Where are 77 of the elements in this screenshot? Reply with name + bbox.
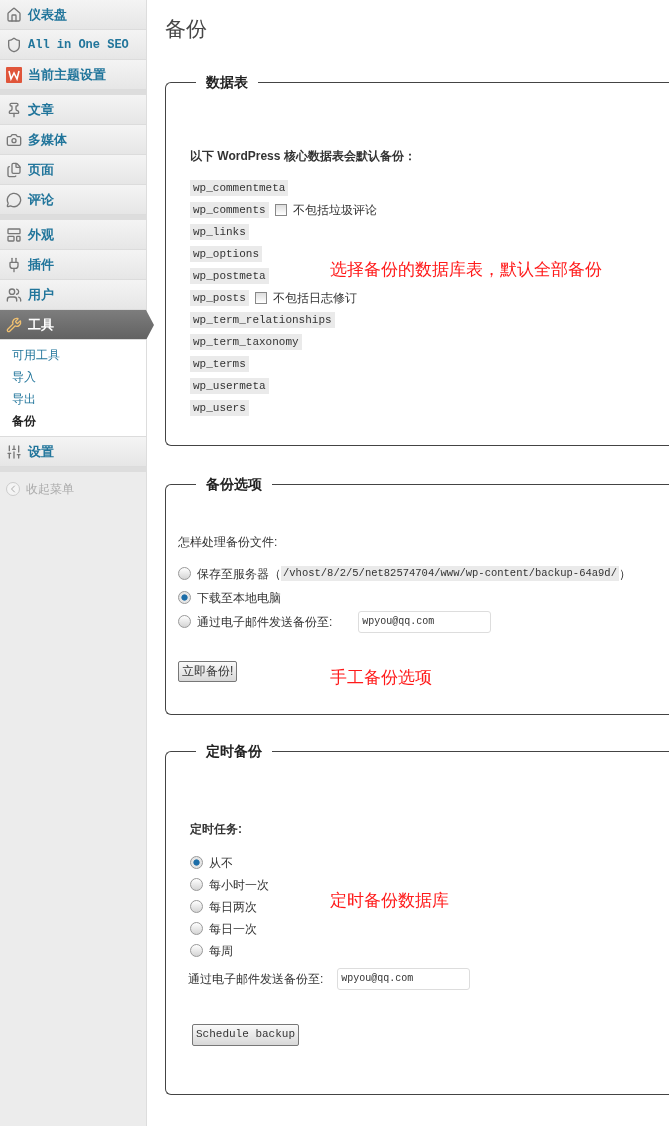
radio-label: 下载至本地电脑 — [197, 589, 281, 607]
table-name: wp_usermeta — [190, 377, 269, 394]
question-text: 怎样处理备份文件: — [178, 533, 279, 551]
submenu-item[interactable]: 导入 — [12, 368, 146, 386]
table-name: wp_commentmeta — [190, 179, 289, 196]
radio-button[interactable] — [190, 944, 203, 957]
radio-label: 每日一次 — [209, 920, 257, 938]
layout-icon — [6, 226, 22, 243]
page-title: 备份 — [165, 16, 208, 43]
email-field[interactable]: wpyou@qq.com — [358, 610, 492, 633]
radio-button[interactable] — [190, 922, 203, 935]
radio-button[interactable] — [190, 900, 203, 913]
table-name: wp_term_relationships — [190, 311, 335, 328]
bracket-text: ） — [618, 565, 631, 583]
sliders-icon — [6, 443, 22, 460]
radio-button[interactable] — [178, 591, 191, 604]
house-icon — [6, 6, 22, 23]
radio-button[interactable] — [190, 856, 203, 869]
annotation-text: 手工备份选项 — [330, 666, 432, 689]
letter-tile-icon — [6, 66, 22, 83]
radio-label: 每小时一次 — [209, 876, 269, 894]
table-name: wp_posts — [190, 289, 249, 306]
email-field[interactable]: wpyou@qq.com — [337, 967, 471, 990]
checkbox-label: 不包括垃圾评论 — [292, 201, 377, 219]
table-name: wp_users — [190, 399, 249, 416]
menu-item[interactable]: 文章 — [0, 95, 146, 125]
menu-item[interactable]: 页面 — [0, 155, 146, 185]
backup-now-button[interactable]: 立即备份! — [178, 660, 238, 682]
menu-item[interactable]: 设置 — [0, 437, 146, 467]
table-name: wp_term_taxonomy — [190, 333, 302, 350]
shield-icon — [6, 36, 22, 53]
radio-label: 每周 — [209, 942, 233, 960]
checkbox[interactable] — [254, 291, 267, 304]
table-name: wp_options — [190, 245, 262, 262]
menu-item[interactable]: 多媒体 — [0, 125, 146, 155]
menu-item[interactable]: 外观 — [0, 220, 146, 250]
annotation-text: 选择备份的数据库表，默认全部备份 — [330, 258, 602, 281]
radio-button[interactable] — [178, 615, 191, 628]
table-name: wp_comments — [190, 201, 269, 218]
pushpin-icon — [6, 101, 22, 118]
email-label: 通过电子邮件发送备份至: — [188, 970, 324, 988]
checkbox-label: 不包括日志修订 — [272, 289, 357, 307]
radio-button[interactable] — [178, 567, 191, 580]
menu-item[interactable]: All in One SEO — [0, 30, 146, 60]
section-legend: 备份选项 — [196, 473, 272, 495]
plug-icon — [6, 256, 22, 273]
speech-bubble-icon — [6, 191, 22, 208]
schedule-heading: 定时任务: — [190, 820, 243, 838]
section-legend: 数据表 — [196, 71, 258, 93]
radio-label: 通过电子邮件发送备份至: — [197, 613, 333, 631]
chevron-left-icon — [6, 482, 20, 496]
table-name: wp_postmeta — [190, 267, 269, 284]
people-icon — [6, 286, 22, 303]
submenu-item[interactable]: 导出 — [12, 390, 146, 408]
radio-label: 每日两次 — [209, 898, 257, 916]
table-name: wp_terms — [190, 355, 249, 372]
table-name: wp_links — [190, 223, 249, 240]
menu-item[interactable]: 用户 — [0, 280, 146, 310]
radio-button[interactable] — [190, 878, 203, 891]
radio-label: 从不 — [209, 854, 233, 872]
annotation-text: 定时备份数据库 — [330, 889, 449, 912]
menu-item[interactable]: 工具 — [0, 310, 154, 340]
schedule-backup-button[interactable]: Schedule backup — [192, 1023, 300, 1046]
section-legend: 定时备份 — [196, 740, 272, 762]
submenu-item[interactable]: 可用工具 — [12, 346, 146, 364]
menu-item[interactable]: 当前主题设置 — [0, 60, 146, 90]
pages-icon — [6, 161, 22, 178]
submenu-item[interactable]: 备份 — [12, 412, 146, 430]
camera-icon — [6, 131, 22, 148]
intro-text: 以下 WordPress 核心数据表会默认备份： — [190, 147, 417, 165]
menu-item[interactable]: 插件 — [0, 250, 146, 280]
menu-item[interactable]: 评论 — [0, 185, 146, 215]
checkbox[interactable] — [274, 203, 287, 216]
menu-item[interactable]: 仪表盘 — [0, 0, 146, 30]
wrench-icon — [6, 316, 22, 333]
path-text: /vhost/8/2/5/net82574704/www/wp-content/backup-64a9d/ — [281, 565, 619, 582]
radio-label: 保存至服务器（ — [197, 565, 281, 583]
